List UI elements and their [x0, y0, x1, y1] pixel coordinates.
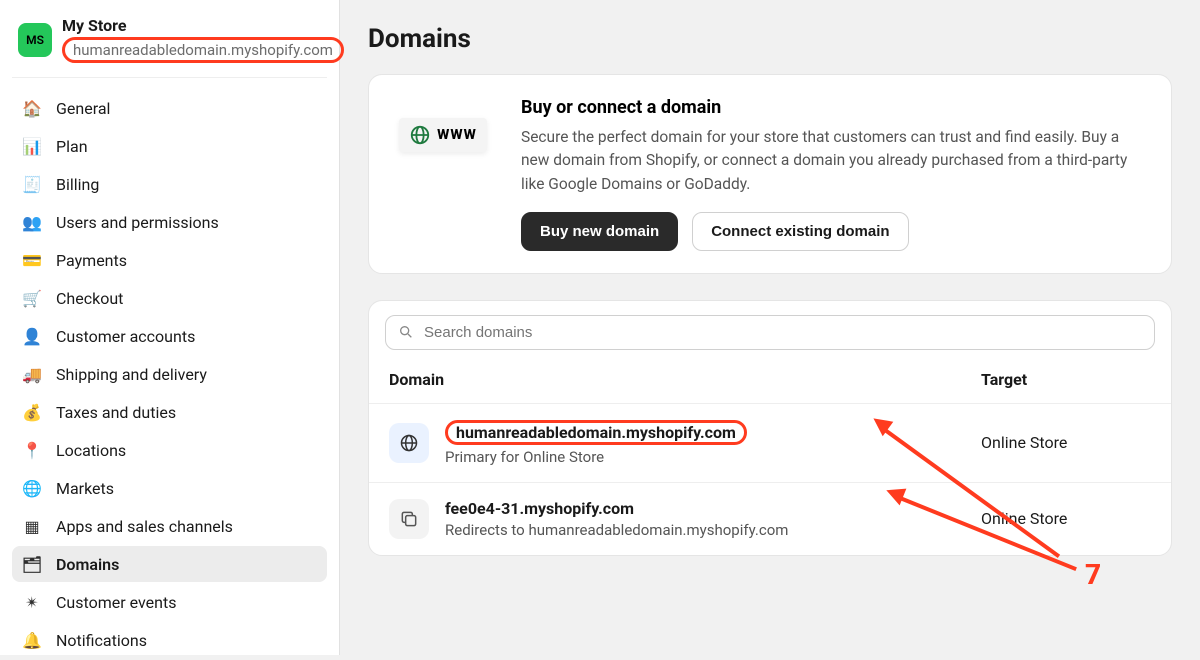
search-domains[interactable]: [385, 315, 1155, 350]
sidebar-item-customer-events[interactable]: ✴ Customer events: [12, 584, 327, 620]
sidebar-item-label: Payments: [56, 251, 127, 270]
domains-icon: 🗂: [22, 554, 42, 574]
sidebar-item-label: Locations: [56, 441, 126, 460]
sidebar-item-label: Taxes and duties: [56, 403, 176, 422]
domain-subtitle: Primary for Online Store: [445, 448, 747, 466]
billing-icon: 🧾: [22, 174, 42, 194]
buy-new-domain-button[interactable]: Buy new domain: [521, 212, 678, 251]
column-domain-header: Domain: [389, 370, 981, 389]
plan-icon: 📊: [22, 136, 42, 156]
domain-subtitle: Redirects to humanreadabledomain.myshopi…: [445, 521, 788, 539]
sidebar-item-label: Users and permissions: [56, 213, 219, 232]
page-title: Domains: [368, 24, 1172, 54]
sidebar-item-notifications[interactable]: 🔔 Notifications: [12, 622, 327, 658]
shipping-and-delivery-icon: 🚚: [22, 364, 42, 384]
www-label: WWW: [437, 127, 477, 143]
customer-events-icon: ✴: [22, 592, 42, 612]
domain-row[interactable]: fee0e4-31.myshopify.com Redirects to huma…: [369, 482, 1171, 555]
domain-name: humanreadabledomain.myshopify.com: [445, 420, 747, 445]
general-icon: 🏠: [22, 98, 42, 118]
sidebar-item-payments[interactable]: 💳 Payments: [12, 242, 327, 278]
sidebar-item-taxes-and-duties[interactable]: 💰 Taxes and duties: [12, 394, 327, 430]
users-and-permissions-icon: 👥: [22, 212, 42, 232]
sidebar-item-domains[interactable]: 🗂 Domains: [12, 546, 327, 582]
sidebar-item-label: Notifications: [56, 631, 147, 650]
table-header: Domain Target: [369, 356, 1171, 403]
store-name: My Store: [62, 16, 344, 35]
sidebar-item-locations[interactable]: 📍 Locations: [12, 432, 327, 468]
sidebar-item-label: Checkout: [56, 289, 123, 308]
search-icon: [398, 324, 414, 340]
sidebar-item-label: Apps and sales channels: [56, 517, 233, 536]
settings-sidebar: MS My Store humanreadabledomain.myshopif…: [0, 0, 340, 655]
sidebar-item-markets[interactable]: 🌐 Markets: [12, 470, 327, 506]
sidebar-item-label: Plan: [56, 137, 88, 156]
settings-nav: 🏠 General 📊 Plan 🧾 Billing 👥 Users and permissi…: [12, 88, 327, 660]
customer-accounts-icon: 👤: [22, 326, 42, 346]
domains-list-card: Domain Target humanreadabledomain.myshop…: [368, 300, 1172, 556]
checkout-icon: 🛒: [22, 288, 42, 308]
globe-icon: [389, 423, 429, 463]
sidebar-item-label: Shipping and delivery: [56, 365, 207, 384]
domain-target: Online Store: [981, 433, 1151, 452]
domain-row[interactable]: humanreadabledomain.myshopify.com Primary…: [369, 403, 1171, 482]
sidebar-item-plan[interactable]: 📊 Plan: [12, 128, 327, 164]
sidebar-item-apps-and-sales-channels[interactable]: ▦ Apps and sales channels: [12, 508, 327, 544]
apps-and-sales-channels-icon: ▦: [22, 516, 42, 536]
sidebar-item-users-and-permissions[interactable]: 👥 Users and permissions: [12, 204, 327, 240]
sidebar-item-label: Customer accounts: [56, 327, 195, 346]
sidebar-item-label: Billing: [56, 175, 99, 194]
sidebar-item-billing[interactable]: 🧾 Billing: [12, 166, 327, 202]
column-target-header: Target: [981, 370, 1151, 389]
store-avatar: MS: [18, 23, 52, 57]
sidebar-item-checkout[interactable]: 🛒 Checkout: [12, 280, 327, 316]
payments-icon: 💳: [22, 250, 42, 270]
notifications-icon: 🔔: [22, 630, 42, 650]
promo-card: WWW Buy or connect a domain Secure the p…: [368, 74, 1172, 274]
store-domain: humanreadabledomain.myshopify.com: [73, 41, 333, 59]
store-header[interactable]: MS My Store humanreadabledomain.myshopif…: [12, 8, 327, 78]
sidebar-item-shipping-and-delivery[interactable]: 🚚 Shipping and delivery: [12, 356, 327, 392]
main-content: Domains WWW Buy or connect a domain Secu…: [340, 0, 1200, 655]
sidebar-item-general[interactable]: 🏠 General: [12, 90, 327, 126]
locations-icon: 📍: [22, 440, 42, 460]
sidebar-item-label: Markets: [56, 479, 114, 498]
taxes-and-duties-icon: 💰: [22, 402, 42, 422]
sidebar-item-label: Domains: [56, 555, 119, 574]
sidebar-item-label: General: [56, 99, 110, 118]
promo-title: Buy or connect a domain: [521, 97, 1145, 118]
domain-target: Online Store: [981, 509, 1151, 528]
connect-existing-domain-button[interactable]: Connect existing domain: [692, 212, 908, 251]
domain-name: fee0e4-31.myshopify.com: [445, 499, 788, 518]
markets-icon: 🌐: [22, 478, 42, 498]
sidebar-item-customer-accounts[interactable]: 👤 Customer accounts: [12, 318, 327, 354]
redirect-icon: [389, 499, 429, 539]
promo-illustration: WWW: [395, 97, 491, 173]
store-domain-highlight: humanreadabledomain.myshopify.com: [62, 37, 344, 63]
sidebar-item-label: Customer events: [56, 593, 176, 612]
search-input[interactable]: [424, 324, 1142, 341]
globe-icon: [409, 124, 431, 146]
promo-description: Secure the perfect domain for your store…: [521, 126, 1145, 196]
